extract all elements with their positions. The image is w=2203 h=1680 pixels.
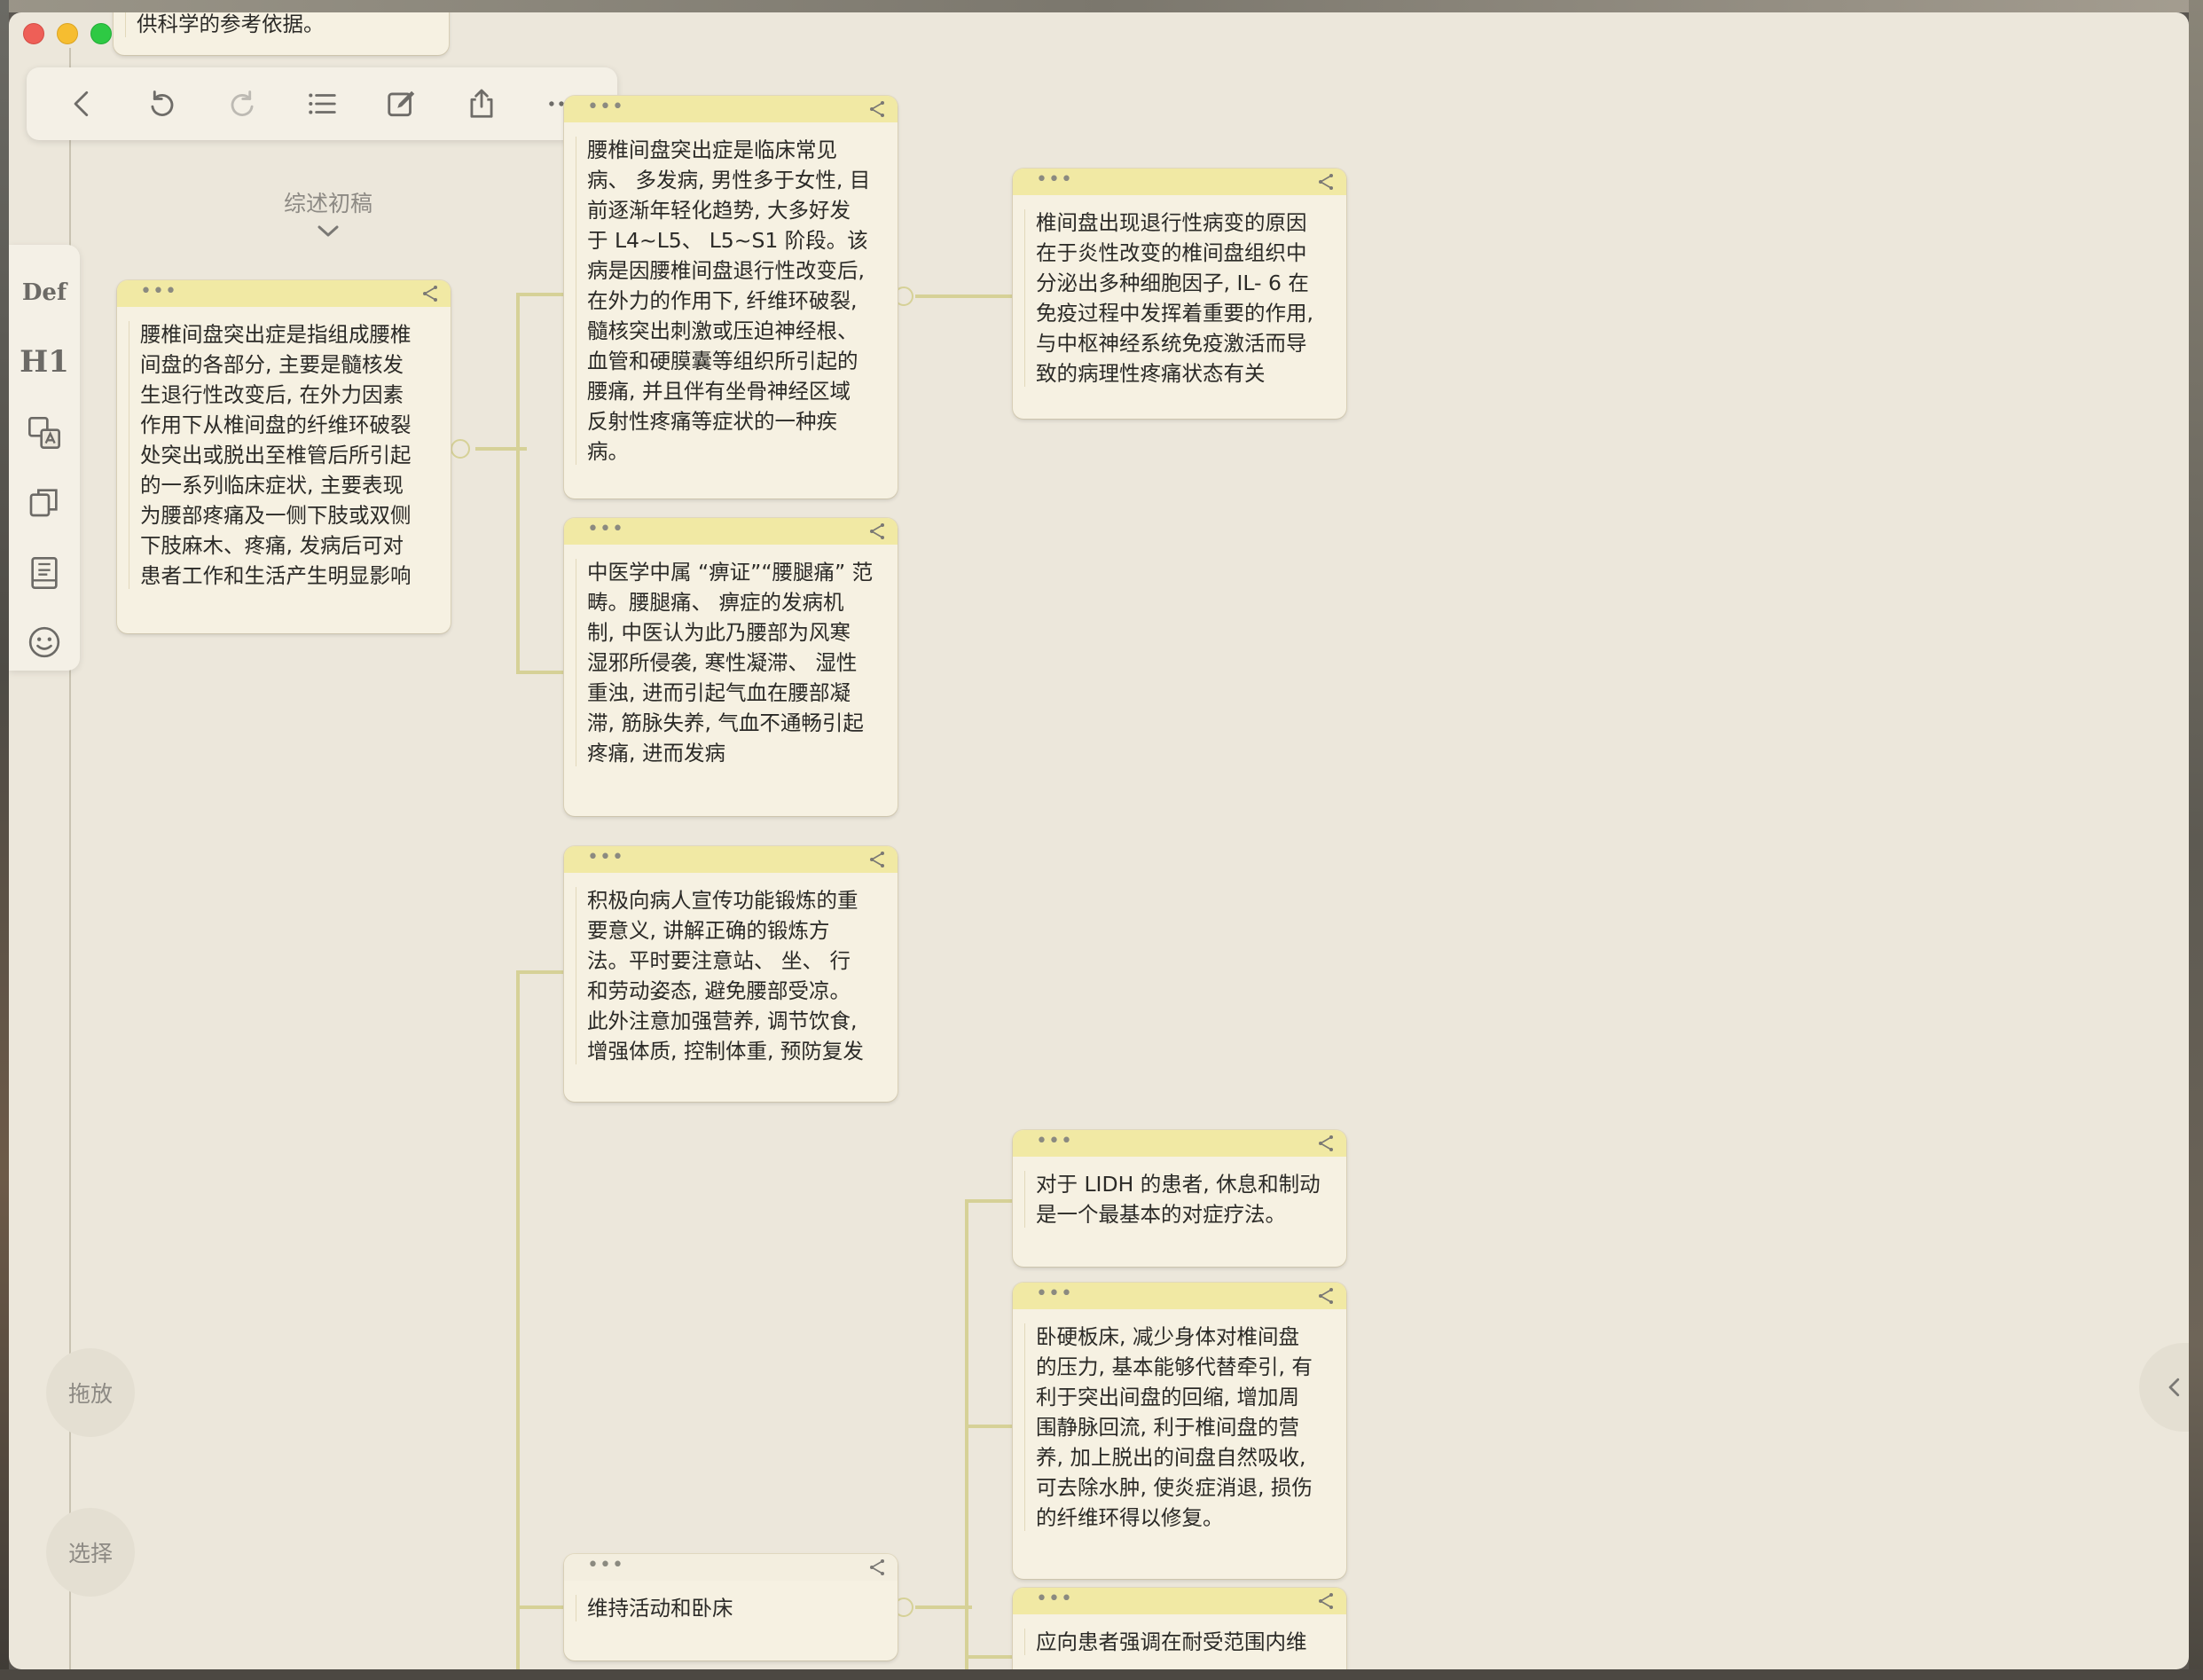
format-sidebar: Def H1 xyxy=(9,245,80,671)
app-window: 供科学的参考依据。 Def H1 综述初稿 ••• 腰椎间盘突出症是指组成腰椎 … xyxy=(9,12,2189,1669)
card-menu-icon[interactable]: ••• xyxy=(1036,1284,1073,1304)
edit-icon xyxy=(388,90,415,117)
card-menu-icon[interactable]: ••• xyxy=(587,1556,624,1575)
redo-icon xyxy=(231,90,254,116)
card-menu-icon[interactable]: ••• xyxy=(587,520,624,539)
outline-list-button[interactable] xyxy=(295,77,349,130)
emoji-button[interactable] xyxy=(9,614,80,671)
card-tolerance-text: 应向患者强调在耐受范围内维 xyxy=(1013,1614,1346,1669)
card-activity-bed[interactable]: ••• 维持活动和卧床 xyxy=(564,1554,898,1660)
card-header: ••• xyxy=(564,846,898,873)
copy-button[interactable] xyxy=(9,474,80,530)
definition-style-button[interactable]: Def xyxy=(9,264,80,321)
card-header: ••• xyxy=(117,280,451,307)
card-hard-bed-text: 卧硬板床, 减少身体对椎间盘 的压力, 基本能够代替牵引, 有 利于突出间盘的回… xyxy=(1013,1309,1346,1545)
card-cause[interactable]: ••• 椎间盘出现退行性病变的原因 在于炎性改变的椎间盘组织中 分泌出多种细胞因… xyxy=(1013,169,1346,419)
card-top-partial[interactable]: 供科学的参考依据。 xyxy=(114,12,449,55)
redo-button[interactable] xyxy=(216,77,269,130)
branch-icon[interactable] xyxy=(867,850,887,869)
card-definition[interactable]: ••• 腰椎间盘突出症是指组成腰椎 间盘的各部分, 主要是髓核发 生退行性改变后… xyxy=(117,280,451,633)
chevron-left-icon xyxy=(2168,1378,2180,1397)
window-close-button[interactable] xyxy=(23,23,44,44)
undo-button[interactable] xyxy=(136,77,189,130)
branch-icon[interactable] xyxy=(1316,1134,1336,1153)
list-icon xyxy=(309,93,336,114)
translate-icon xyxy=(28,417,60,449)
branch-icon[interactable] xyxy=(1316,172,1336,192)
card-header: ••• xyxy=(564,1554,898,1581)
card-cause-text: 椎间盘出现退行性病变的原因 在于炎性改变的椎间盘组织中 分泌出多种细胞因子, I… xyxy=(1013,195,1346,401)
card-menu-icon[interactable]: ••• xyxy=(1036,170,1073,190)
branch-icon[interactable] xyxy=(867,522,887,541)
card-header: ••• xyxy=(1013,169,1346,195)
back-icon xyxy=(74,90,89,117)
card-tcm-text: 中医学中属 “痹证”“腰腿痛” 范 畴。腰腿痛、 痹症的发病机 制, 中医认为此… xyxy=(564,545,898,781)
heading-1-button[interactable]: H1 xyxy=(9,334,80,390)
desktop-background-bottom xyxy=(0,1669,2203,1680)
collapse-node-root[interactable] xyxy=(451,439,470,459)
branch-icon[interactable] xyxy=(1316,1591,1336,1611)
translate-button[interactable] xyxy=(9,404,80,461)
card-top-partial-text: 供科学的参考依据。 xyxy=(114,12,449,51)
card-header: ••• xyxy=(1013,1283,1346,1309)
card-menu-icon[interactable]: ••• xyxy=(587,848,624,867)
card-menu-icon[interactable]: ••• xyxy=(1036,1132,1073,1151)
card-menu-icon[interactable]: ••• xyxy=(140,282,177,302)
select-button[interactable]: 选择 xyxy=(46,1508,135,1597)
branch-icon[interactable] xyxy=(867,99,887,119)
branch-icon[interactable] xyxy=(420,284,440,303)
share-button[interactable] xyxy=(455,77,508,130)
definition-style-label: Def xyxy=(21,279,67,306)
emoji-icon xyxy=(28,626,60,658)
undo-icon xyxy=(151,90,174,116)
root-node-title[interactable]: 综述初稿 xyxy=(257,186,399,218)
edit-button[interactable] xyxy=(375,77,428,130)
card-rest-basic-text: 对于 LIDH 的患者, 休息和制动 是一个最基本的对症疗法。 xyxy=(1013,1157,1346,1242)
card-header: ••• xyxy=(1013,1588,1346,1614)
desktop-background-top xyxy=(0,0,2203,12)
card-epidemiology[interactable]: ••• 腰椎间盘突出症是临床常见 病、 多发病, 男性多于女性, 目 前逐渐年轻… xyxy=(564,96,898,499)
card-hard-bed[interactable]: ••• 卧硬板床, 减少身体对椎间盘 的压力, 基本能够代替牵引, 有 利于突出… xyxy=(1013,1283,1346,1579)
card-tolerance[interactable]: ••• 应向患者强调在耐受范围内维 xyxy=(1013,1588,1346,1669)
card-activity-bed-text: 维持活动和卧床 xyxy=(564,1581,898,1636)
card-epidemiology-text: 腰椎间盘突出症是临床常见 病、 多发病, 男性多于女性, 目 前逐渐年轻化趋势,… xyxy=(564,122,898,479)
open-right-panel-button[interactable] xyxy=(2139,1343,2189,1432)
card-rest-basic[interactable]: ••• 对于 LIDH 的患者, 休息和制动 是一个最基本的对症疗法。 xyxy=(1013,1130,1346,1267)
card-menu-icon[interactable]: ••• xyxy=(1036,1590,1073,1609)
card-tcm[interactable]: ••• 中医学中属 “痹证”“腰腿痛” 范 畴。腰腿痛、 痹症的发病机 制, 中… xyxy=(564,518,898,816)
heading-1-label: H1 xyxy=(20,344,69,380)
desktop-background-right xyxy=(2189,0,2203,1680)
chevron-down-icon[interactable] xyxy=(312,222,344,241)
back-button[interactable] xyxy=(56,77,109,130)
toolbar xyxy=(27,67,617,140)
share-icon xyxy=(470,89,493,118)
desktop-background-left xyxy=(0,0,9,1680)
branch-icon[interactable] xyxy=(867,1558,887,1577)
drag-drop-button[interactable]: 拖放 xyxy=(46,1348,135,1437)
branch-icon[interactable] xyxy=(1316,1286,1336,1306)
card-header: ••• xyxy=(564,518,898,545)
dictionary-icon xyxy=(31,557,58,589)
window-minimize-button[interactable] xyxy=(57,23,78,44)
card-exercise[interactable]: ••• 积极向病人宣传功能锻炼的重 要意义, 讲解正确的锻炼方 法。平时要注意站… xyxy=(564,846,898,1102)
dictionary-button[interactable] xyxy=(9,545,80,601)
window-zoom-button[interactable] xyxy=(90,23,112,44)
card-header: ••• xyxy=(564,96,898,122)
card-menu-icon[interactable]: ••• xyxy=(587,98,624,117)
card-definition-text: 腰椎间盘突出症是指组成腰椎 间盘的各部分, 主要是髓核发 生退行性改变后, 在外… xyxy=(117,307,451,603)
card-header: ••• xyxy=(1013,1130,1346,1157)
card-exercise-text: 积极向病人宣传功能锻炼的重 要意义, 讲解正确的锻炼方 法。平时要注意站、 坐、… xyxy=(564,873,898,1079)
copy-icon xyxy=(29,489,58,517)
